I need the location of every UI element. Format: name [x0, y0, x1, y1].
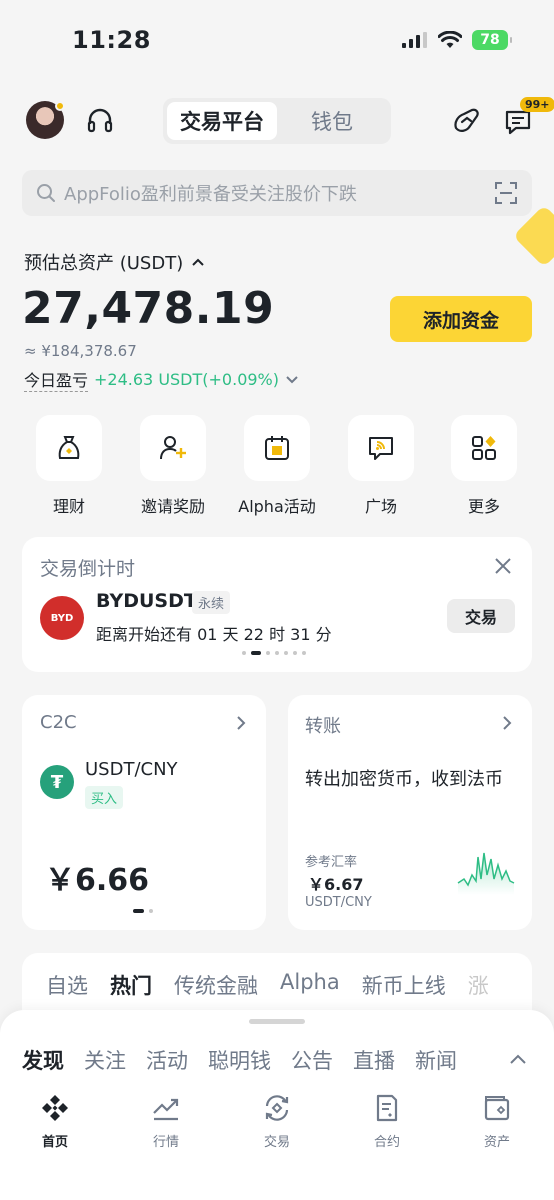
usdt-logo: ₮: [40, 765, 74, 799]
countdown-title: 交易倒计时: [40, 558, 136, 580]
rate-label: 参考汇率: [305, 855, 358, 870]
countdown-text: 距离开始还有 01 天 22 时 31 分: [96, 625, 332, 644]
quick-action-more[interactable]: 更多: [434, 415, 534, 517]
buy-tag: 买入: [85, 786, 124, 809]
chevron-right-icon: [503, 716, 512, 730]
chart-icon: [153, 1098, 179, 1121]
scan-icon[interactable]: [494, 181, 518, 205]
messages-icon[interactable]: [504, 108, 532, 136]
asset-cny-value: ≈ ¥184,378.67: [24, 342, 137, 360]
broadcast-icon: [369, 437, 393, 460]
quick-label: 邀请奖励: [140, 497, 205, 516]
feed-tab-following[interactable]: 关注: [84, 1045, 126, 1075]
rate-pair: USDT/CNY: [305, 895, 372, 910]
c2c-dot: [149, 909, 153, 913]
nav-label: 行情: [152, 1135, 179, 1150]
grid-icon: [472, 436, 496, 460]
contract-icon: [376, 1094, 398, 1122]
countdown-pair: BYDUSDT: [96, 590, 197, 612]
nav-markets[interactable]: 行情: [126, 1093, 206, 1150]
quick-label: 更多: [467, 497, 500, 516]
signal-icon: [402, 32, 427, 48]
status-time: 11:28: [72, 26, 151, 54]
feed-tabs: 发现 关注 活动 聪明钱 公告 直播 新闻: [22, 1045, 490, 1075]
market-tabs: 自选 热门 传统金融 Alpha 新币上线 涨: [46, 970, 516, 1000]
c2c-title: C2C: [40, 712, 77, 733]
segment-wallet[interactable]: 钱包: [277, 102, 387, 140]
c2c-dot-active: [133, 909, 144, 913]
carousel-dots: [242, 651, 306, 655]
status-icons: 78: [402, 30, 512, 50]
quick-action-earn[interactable]: 理财: [19, 415, 119, 517]
add-funds-button[interactable]: 添加资金: [390, 296, 532, 342]
nav-assets[interactable]: 资产: [457, 1093, 537, 1150]
search-bar[interactable]: AppFolio盈利前景备受关注股价下跌: [22, 170, 532, 216]
quick-label: 理财: [52, 497, 85, 516]
battery-indicator: 78: [472, 30, 512, 50]
trade-icon: [265, 1095, 289, 1121]
sheet-handle[interactable]: [249, 1019, 305, 1024]
chevron-up-icon[interactable]: [509, 1053, 527, 1065]
avatar-badge-dot: [55, 101, 65, 111]
feed-tab-announcements[interactable]: 公告: [291, 1045, 333, 1075]
platform-segment-control: 交易平台 钱包: [163, 98, 391, 144]
asset-label-row[interactable]: 预估总资产 (USDT): [24, 249, 205, 275]
sparkline-icon: [457, 852, 515, 895]
trade-button[interactable]: 交易: [447, 599, 515, 633]
c2c-pair: USDT/CNY: [85, 759, 178, 780]
search-icon: [37, 184, 55, 202]
market-tab-tradfi[interactable]: 传统金融: [174, 970, 258, 1000]
calendar-icon: [265, 436, 289, 460]
c2c-price: ￥6.66: [45, 863, 150, 898]
chevron-down-icon: [286, 375, 298, 383]
quick-label: Alpha活动: [238, 497, 316, 516]
quick-action-alpha[interactable]: Alpha活动: [227, 415, 327, 517]
byd-logo: BYD: [40, 596, 84, 640]
nav-home[interactable]: 首页: [15, 1093, 95, 1150]
wifi-icon: [438, 31, 462, 48]
feed-tab-events[interactable]: 活动: [146, 1045, 188, 1075]
feed-tab-live[interactable]: 直播: [353, 1045, 395, 1075]
notification-badge: 99+: [520, 97, 554, 112]
market-tab-new-listing[interactable]: 新币上线: [362, 970, 446, 1000]
pnl-label: 今日盈亏: [24, 367, 89, 392]
perpetual-tag: 永续: [192, 591, 231, 614]
chevron-right-icon: [237, 716, 246, 730]
quick-action-invite[interactable]: 邀请奖励: [123, 415, 223, 517]
nav-label: 资产: [483, 1135, 510, 1150]
transfer-desc: 转出加密货币，收到法币: [305, 769, 503, 790]
market-tab-alpha[interactable]: Alpha: [280, 970, 340, 1000]
transfer-title: 转账: [305, 716, 341, 737]
asset-label: 预估总资产 (USDT): [24, 253, 184, 274]
close-icon[interactable]: [494, 557, 512, 575]
nav-label: 合约: [373, 1135, 400, 1150]
search-placeholder: AppFolio盈利前景备受关注股价下跌: [64, 184, 357, 205]
quick-action-square[interactable]: 广场: [331, 415, 431, 517]
feed-tab-discover[interactable]: 发现: [22, 1045, 64, 1075]
wallet-icon: [484, 1096, 510, 1121]
segment-exchange[interactable]: 交易平台: [167, 102, 277, 140]
daily-pnl-row[interactable]: 今日盈亏 +24.63 USDT(+0.09%): [24, 367, 299, 392]
headset-icon[interactable]: [86, 108, 114, 134]
market-tab-favorites[interactable]: 自选: [46, 970, 88, 1000]
rate-value: ￥6.67: [308, 875, 364, 894]
moneybag-icon: [58, 436, 80, 459]
chevron-up-icon: [192, 258, 204, 266]
home-diamond-icon: [42, 1095, 68, 1121]
handshake-icon[interactable]: [452, 106, 482, 136]
pnl-value: +24.63 USDT(+0.09%): [94, 370, 279, 389]
market-tab-gainers[interactable]: 涨: [468, 970, 489, 1000]
nav-label: 交易: [263, 1135, 290, 1150]
nav-trade[interactable]: 交易: [237, 1093, 317, 1150]
quick-label: 广场: [364, 497, 397, 516]
nav-futures[interactable]: 合约: [347, 1093, 427, 1150]
feed-tab-smart-money[interactable]: 聪明钱: [208, 1045, 271, 1075]
asset-total: 27,478.19: [22, 283, 275, 334]
nav-label: 首页: [41, 1135, 68, 1150]
feed-tab-news[interactable]: 新闻: [415, 1045, 457, 1075]
invite-user-icon: [160, 436, 186, 460]
market-tab-hot[interactable]: 热门: [110, 970, 152, 1000]
